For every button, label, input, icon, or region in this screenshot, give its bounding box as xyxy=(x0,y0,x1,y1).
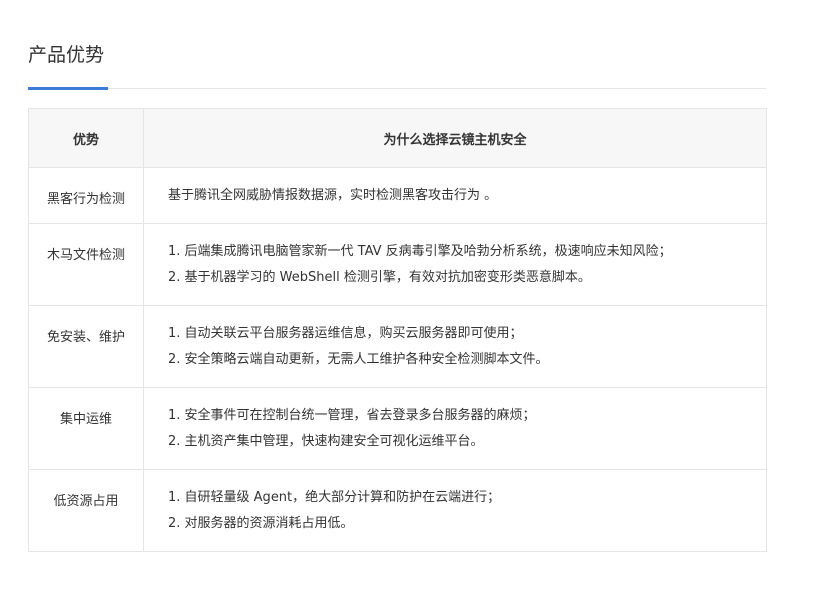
description-line: 2. 安全策略云端自动更新，无需人工维护各种安全检测脚本文件。 xyxy=(168,352,549,367)
row-name: 集中运维 xyxy=(28,387,144,470)
table-row: 黑客行为检测 基于腾讯全网威胁情报数据源，实时检测黑客攻击行为 。 xyxy=(28,167,767,224)
row-name: 免安装、维护 xyxy=(28,305,144,388)
table-row: 木马文件检测 1. 后端集成腾讯电脑管家新一代 TAV 反病毒引擎及哈勃分析系统… xyxy=(28,223,767,306)
table-row: 集中运维 1. 安全事件可在控制台统一管理，省去登录多台服务器的麻烦； 2. 主… xyxy=(28,387,767,470)
advantages-table: 优势 为什么选择云镜主机安全 黑客行为检测 基于腾讯全网威胁情报数据源，实时检测… xyxy=(28,108,767,552)
table-row: 免安装、维护 1. 自动关联云平台服务器运维信息，购买云服务器即可使用； 2. … xyxy=(28,305,767,388)
row-description: 1. 自研轻量级 Agent，绝大部分计算和防护在云端进行； 2. 对服务器的资… xyxy=(143,469,767,552)
description-line: 1. 自动关联云平台服务器运维信息，购买云服务器即可使用； xyxy=(168,326,523,341)
header-advantage: 优势 xyxy=(28,108,144,168)
header-why-choose: 为什么选择云镜主机安全 xyxy=(143,108,767,168)
row-name: 黑客行为检测 xyxy=(28,167,144,224)
description-line: 2. 对服务器的资源消耗占用低。 xyxy=(168,516,354,531)
row-description: 基于腾讯全网威胁情报数据源，实时检测黑客攻击行为 。 xyxy=(143,167,767,224)
description-line: 2. 基于机器学习的 WebShell 检测引擎，有效对抗加密变形类恶意脚本。 xyxy=(168,270,591,285)
table-header-row: 优势 为什么选择云镜主机安全 xyxy=(28,108,767,168)
description-line: 1. 自研轻量级 Agent，绝大部分计算和防护在云端进行； xyxy=(168,490,501,505)
description-line: 2. 主机资产集中管理，快速构建安全可视化运维平台。 xyxy=(168,434,484,449)
product-advantages-section: 产品优势 优势 为什么选择云镜主机安全 黑客行为检测 基于腾讯全网威胁情报数据源… xyxy=(28,40,767,552)
row-name: 低资源占用 xyxy=(28,469,144,552)
row-description: 1. 自动关联云平台服务器运维信息，购买云服务器即可使用； 2. 安全策略云端自… xyxy=(143,305,767,388)
row-name: 木马文件检测 xyxy=(28,223,144,306)
description-line: 1. 后端集成腾讯电脑管家新一代 TAV 反病毒引擎及哈勃分析系统，极速响应未知… xyxy=(168,244,672,259)
section-header: 产品优势 xyxy=(28,40,766,90)
table-row: 低资源占用 1. 自研轻量级 Agent，绝大部分计算和防护在云端进行； 2. … xyxy=(28,469,767,552)
row-description: 1. 后端集成腾讯电脑管家新一代 TAV 反病毒引擎及哈勃分析系统，极速响应未知… xyxy=(143,223,767,306)
title-underline xyxy=(28,87,108,90)
section-title: 产品优势 xyxy=(28,44,105,66)
description-line: 1. 安全事件可在控制台统一管理，省去登录多台服务器的麻烦； xyxy=(168,408,536,423)
row-description: 1. 安全事件可在控制台统一管理，省去登录多台服务器的麻烦； 2. 主机资产集中… xyxy=(143,387,767,470)
description-line: 基于腾讯全网威胁情报数据源，实时检测黑客攻击行为 。 xyxy=(168,188,498,203)
